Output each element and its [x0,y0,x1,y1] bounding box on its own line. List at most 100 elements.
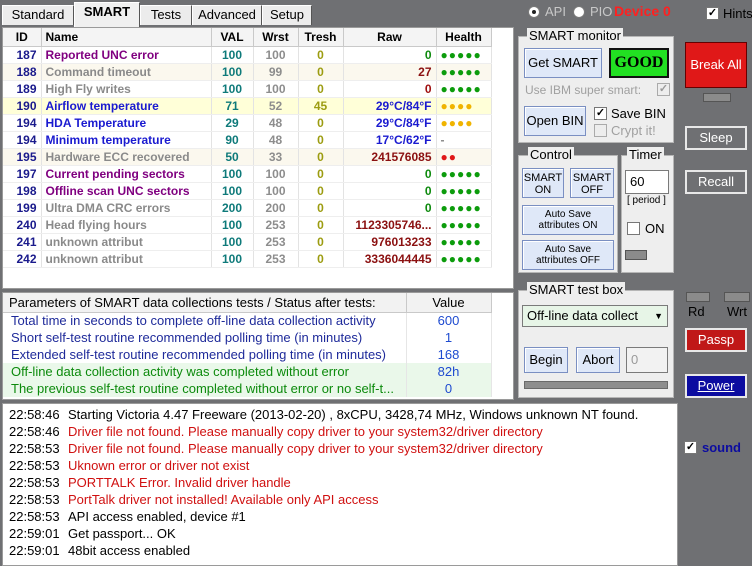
abort-button[interactable]: Abort [576,347,620,373]
tab-tests[interactable]: Tests [140,5,192,25]
timer-period-label: [ period ] [627,195,666,206]
tab-smart[interactable]: SMART [74,2,140,27]
recall-button[interactable]: Recall [685,170,747,194]
row-raw: 0 [343,165,437,183]
test-type-select[interactable]: Off-line data collect ▼ [522,305,668,327]
col-tresh[interactable]: Tresh [298,28,344,47]
col-name[interactable]: Name [41,28,212,47]
sound-checkbox[interactable]: ✓ [684,441,697,454]
log-line: 22:58:46 Starting Victoria 4.47 Freeware … [3,407,677,424]
table-row[interactable]: 241 unknown attribut 100 253 0 976013233 ●●●●● [3,233,492,251]
table-row[interactable]: 189 High Fly writes 100 100 0 0 ●●●●● [3,80,492,98]
log-message: Starting Victoria 4.47 Freeware (2013-02… [68,407,639,422]
tab-standard[interactable]: Standard [2,5,74,25]
col-wrst[interactable]: Wrst [253,28,299,47]
row-wrst: 48 [253,131,299,149]
power-button[interactable]: Power [685,374,747,398]
table-row[interactable]: 198 Offline scan UNC sectors 100 100 0 0 ●●●●● [3,182,492,200]
param-label: Extended self-test routine recommended p… [3,346,407,363]
begin-button[interactable]: Begin [524,347,568,373]
row-id: 188 [3,63,42,81]
table-row[interactable]: 190 Airflow temperature 71 52 45 29°C/84°F ●●●… [3,97,492,115]
write-label: Wrt [727,304,747,319]
table-row[interactable]: 194 HDA Temperature 29 48 0 29°C/84°F ●●●● [3,114,492,132]
timer-title: Timer [627,147,664,162]
pio-radio[interactable] [573,6,585,18]
write-indicator [724,292,750,302]
log-line: 22:59:01 48bit access enabled [3,543,677,560]
table-row[interactable]: 242 unknown attribut 100 253 0 3336044445 ●●●●… [3,250,492,268]
row-val: 100 [211,182,254,200]
param-value: 168 [406,346,492,363]
get-smart-button[interactable]: Get SMART [524,48,602,78]
test-counter-input[interactable]: 0 [626,347,668,373]
log-message: Uknown error or driver not exist [68,458,250,473]
row-name: Head flying hours [41,216,212,234]
api-radio[interactable] [528,6,540,18]
open-bin-button[interactable]: Open BIN [524,106,586,136]
smart-off-button[interactable]: SMART OFF [570,168,614,198]
autosave-on-button[interactable]: Auto Save attributes ON [522,205,614,235]
col-raw[interactable]: Raw [343,28,437,47]
smart-on-button[interactable]: SMART ON [522,168,564,198]
ibm-super-smart-checkbox[interactable]: ✓ [657,83,670,96]
param-row[interactable]: Extended self-test routine recommended p… [3,346,492,363]
row-health: ●●●●● [436,216,492,234]
row-raw: 17°C/62°F [343,131,437,149]
log-time: 22:58:53 [9,492,60,507]
row-id: 197 [3,165,42,183]
log-time: 22:58:53 [9,441,60,456]
log-message: Driver file not found. Please manually c… [68,424,543,439]
hints-checkbox[interactable]: ✓ [706,7,719,20]
pio-label: PIO [590,4,613,19]
row-health: ●●●● [436,114,492,132]
timer-on-checkbox[interactable] [627,222,640,235]
table-row[interactable]: 187 Reported UNC error 100 100 0 0 ●●●●● [3,46,492,64]
row-id: 190 [3,97,42,115]
row-id: 194 [3,114,42,132]
col-id[interactable]: ID [3,28,42,47]
table-row[interactable]: 240 Head flying hours 100 253 0 1123305746...… [3,216,492,234]
sound-label: sound [702,440,741,455]
row-tresh: 0 [298,114,344,132]
row-tresh: 0 [298,199,344,217]
param-row[interactable]: Short self-test routine recommended poll… [3,329,492,346]
table-row[interactable]: 194 Minimum temperature 90 48 0 17°C/62°F - [3,131,492,149]
row-name: Hardware ECC recovered [41,148,212,166]
autosave-off-button[interactable]: Auto Save attributes OFF [522,240,614,270]
param-row[interactable]: Total time in seconds to complete off-li… [3,312,492,329]
tab-setup[interactable]: Setup [262,5,312,25]
row-name: unknown attribut [41,233,212,251]
log-time: 22:58:53 [9,509,60,524]
log-time: 22:58:53 [9,475,60,490]
table-header-row: ID Name VAL Wrst Tresh Raw Health [3,28,492,47]
timer-period-input[interactable]: 60 [625,170,669,194]
row-tresh: 45 [298,97,344,115]
crypt-checkbox[interactable] [594,124,607,137]
table-row[interactable]: 188 Command timeout 100 99 0 27 ●●●●● [3,63,492,81]
table-row[interactable]: 195 Hardware ECC recovered 50 33 0 241576085 ●… [3,148,492,166]
col-health[interactable]: Health [436,28,492,47]
event-log[interactable]: 22:58:46 Starting Victoria 4.47 Freeware … [2,403,678,566]
break-all-button[interactable]: Break All [685,42,747,88]
row-val: 50 [211,148,254,166]
row-tresh: 0 [298,46,344,64]
param-row[interactable]: Off-line data collection activity was co… [3,363,492,380]
col-val[interactable]: VAL [211,28,254,47]
row-wrst: 100 [253,182,299,200]
param-label: Short self-test routine recommended poll… [3,329,407,346]
row-raw: 3336044445 [343,250,437,268]
row-name: HDA Temperature [41,114,212,132]
row-val: 71 [211,97,254,115]
passp-button[interactable]: Passp [685,328,747,352]
tab-advanced[interactable]: Advanced [192,5,262,25]
param-row[interactable]: The previous self-test routine completed… [3,380,492,397]
sleep-button[interactable]: Sleep [685,126,747,150]
table-row[interactable]: 197 Current pending sectors 100 100 0 0 ●●●●● [3,165,492,183]
save-bin-checkbox[interactable]: ✓ [594,107,607,120]
table-row[interactable]: 199 Ultra DMA CRC errors 200 200 0 0 ●●●●● [3,199,492,217]
row-val: 100 [211,46,254,64]
row-tresh: 0 [298,165,344,183]
log-message: 48bit access enabled [68,543,191,558]
tab-bar: Standard SMART Tests Advanced Setup [0,0,520,27]
